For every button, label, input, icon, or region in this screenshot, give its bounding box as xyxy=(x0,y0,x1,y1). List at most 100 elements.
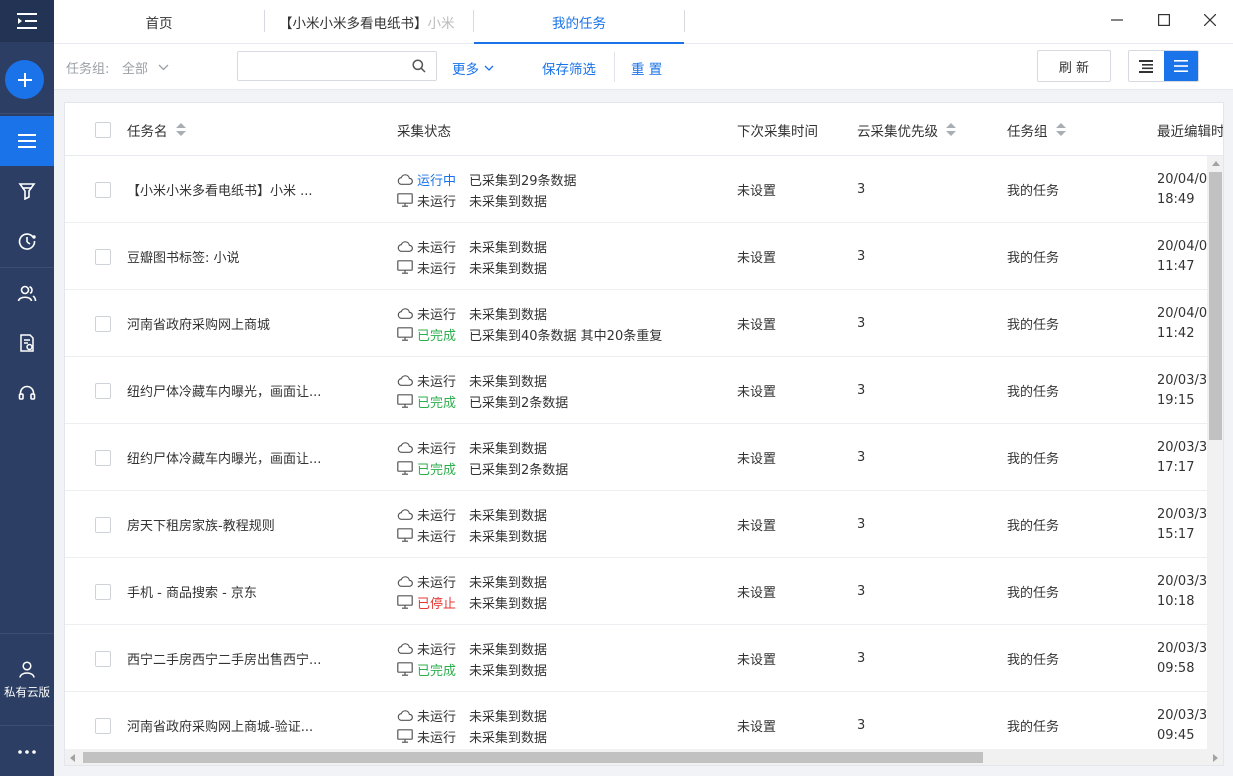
sort-icon[interactable] xyxy=(946,123,956,136)
sidebar-item-schedule[interactable] xyxy=(0,216,54,266)
next-time: 未设置 xyxy=(737,318,777,333)
tab-home[interactable]: 首页 xyxy=(54,0,264,44)
sidebar-more-button[interactable] xyxy=(0,728,54,776)
search-input[interactable] xyxy=(238,52,403,80)
computer-icon xyxy=(397,662,413,676)
save-filter-button[interactable]: 保存筛选 xyxy=(542,58,596,78)
priority: 3 xyxy=(857,584,866,599)
last-edit-cell: 20/03/3 15:17 xyxy=(1157,491,1207,558)
row-checkbox[interactable] xyxy=(95,583,111,600)
local-status: 已完成 xyxy=(417,395,457,411)
close-window-button[interactable] xyxy=(1187,0,1233,40)
sidebar-item-team[interactable] xyxy=(0,268,54,318)
computer-icon xyxy=(397,193,413,207)
sidebar-item-private-cloud[interactable]: 私有云版 xyxy=(0,636,54,724)
select-all-checkbox[interactable] xyxy=(95,121,111,138)
row-checkbox[interactable] xyxy=(95,650,111,667)
tab-divider xyxy=(684,10,685,32)
clock-alert-icon xyxy=(18,233,36,250)
task-name[interactable]: 河南省政府采购网上商城 xyxy=(127,290,270,357)
row-checkbox[interactable] xyxy=(95,315,111,332)
task-group-select[interactable]: 全部 xyxy=(122,58,169,77)
vertical-scroll-thumb[interactable] xyxy=(1209,172,1222,440)
tab-my-tasks[interactable]: 我的任务 xyxy=(474,0,684,44)
row-checkbox[interactable] xyxy=(95,382,111,399)
toolbar: 任务组: 全部 更多 保存筛选 重 置 刷 新 xyxy=(54,44,1233,90)
status-cell: 未运行 未采集到数据 已完成 已采集到40条数据 其中20条重复 xyxy=(397,290,662,357)
column-header-label: 云采集优先级 xyxy=(857,123,938,140)
refresh-button[interactable]: 刷 新 xyxy=(1037,50,1111,82)
task-name[interactable]: 西宁二手房西宁二手房出售西宁... xyxy=(127,625,321,692)
sidebar-item-support[interactable] xyxy=(0,368,54,418)
column-header-last-edit[interactable]: 最近编辑时 xyxy=(1157,103,1223,156)
table-row[interactable]: 纽约尸体冷藏车内曝光，画面让... 未运行 未采集到数据 已完成 已采集到2条数据 未设置… xyxy=(65,357,1223,424)
tab-label: 首页 xyxy=(145,16,173,32)
view-compact-button[interactable] xyxy=(1129,51,1164,81)
last-edit-cell: 20/03/3 09:58 xyxy=(1157,625,1207,692)
sort-icon[interactable] xyxy=(175,123,186,136)
task-name[interactable]: 房天下租房家族-教程规则 xyxy=(127,491,275,558)
task-name[interactable]: 纽约尸体冷藏车内曝光，画面让... xyxy=(127,424,321,491)
row-checkbox[interactable] xyxy=(95,449,111,466)
sidebar-item-data-check[interactable] xyxy=(0,318,54,368)
document-check-icon xyxy=(20,334,34,352)
status-cell: 未运行 未采集到数据 未运行 未采集到数据 xyxy=(397,223,547,290)
row-checkbox[interactable] xyxy=(95,181,111,198)
vertical-scrollbar[interactable] xyxy=(1207,156,1223,750)
last-edit-date: 20/03/3 xyxy=(1157,373,1208,388)
new-task-button[interactable] xyxy=(5,60,44,99)
computer-icon xyxy=(397,461,413,475)
tab-bar: 首页 【小米小米多看电纸书】小米 我的任务 xyxy=(54,0,1233,44)
scroll-right-arrow-icon[interactable] xyxy=(1213,754,1218,762)
row-checkbox[interactable] xyxy=(95,516,111,533)
cloud-icon xyxy=(397,173,413,185)
task-group: 我的任务 xyxy=(1007,184,1060,199)
local-status: 已完成 xyxy=(417,328,457,344)
table-row[interactable]: 西宁二手房西宁二手房出售西宁... 未运行 未采集到数据 已完成 未采集到数据 未设置 3 我… xyxy=(65,625,1223,692)
tab-task-xiaomi[interactable]: 【小米小米多看电纸书】小米 xyxy=(265,0,473,44)
scroll-left-arrow-icon[interactable] xyxy=(70,754,75,762)
view-toggle xyxy=(1128,50,1199,82)
table-row[interactable]: 手机 - 商品搜索 - 京东 未运行 未采集到数据 已停止 未采集到数据 未设置 3 我的任务… xyxy=(65,558,1223,625)
task-name[interactable]: 豆瓣图书标签: 小说 xyxy=(127,223,240,290)
list-icon xyxy=(1173,60,1188,72)
search-box xyxy=(237,51,437,81)
last-edit-cell: 20/03/3 17:17 xyxy=(1157,424,1207,491)
sidebar-item-task-list[interactable] xyxy=(0,116,54,166)
list-icon xyxy=(18,134,36,148)
table-row[interactable]: 纽约尸体冷藏车内曝光，画面让... 未运行 未采集到数据 已完成 已采集到2条数据 未设置… xyxy=(65,424,1223,491)
task-group: 我的任务 xyxy=(1007,519,1060,534)
column-header-group[interactable]: 任务组 xyxy=(1007,103,1066,156)
cloud-status: 未运行 xyxy=(417,307,457,323)
view-list-button[interactable] xyxy=(1163,51,1198,81)
plus-icon xyxy=(17,72,32,87)
reset-button[interactable]: 重 置 xyxy=(631,58,662,78)
local-status-line: 已完成 已采集到40条数据 其中20条重复 xyxy=(397,326,662,344)
table-row[interactable]: 河南省政府采购网上商城 未运行 未采集到数据 已完成 已采集到40条数据 其中20条重复… xyxy=(65,290,1223,357)
minimize-button[interactable] xyxy=(1094,0,1140,40)
select-all-cell xyxy=(95,103,111,156)
task-name[interactable]: 【小米小米多看电纸书】小米 ... xyxy=(127,156,313,223)
horizontal-scroll-thumb[interactable] xyxy=(83,752,983,763)
task-name[interactable]: 手机 - 商品搜索 - 京东 xyxy=(127,558,257,625)
users-icon xyxy=(17,285,37,302)
table-row[interactable]: 房天下租房家族-教程规则 未运行 未采集到数据 未运行 未采集到数据 未设置 3 我的任务 20… xyxy=(65,491,1223,558)
horizontal-scrollbar[interactable] xyxy=(65,749,1223,765)
row-checkbox[interactable] xyxy=(95,248,111,265)
row-checkbox[interactable] xyxy=(95,717,111,734)
sidebar-collapse-button[interactable] xyxy=(0,0,54,42)
scroll-up-arrow-icon[interactable] xyxy=(1212,161,1220,166)
column-header-name[interactable]: 任务名 xyxy=(127,103,186,156)
sort-icon[interactable] xyxy=(1055,123,1066,136)
tab-label-overflow: 小米 xyxy=(427,16,455,32)
search-icon[interactable] xyxy=(412,59,426,73)
task-name[interactable]: 纽约尸体冷藏车内曝光，画面让... xyxy=(127,357,321,424)
maximize-button[interactable] xyxy=(1141,0,1187,40)
last-edit-time: 18:49 xyxy=(1157,192,1195,207)
more-filters-button[interactable]: 更多 xyxy=(452,58,494,78)
next-time: 未设置 xyxy=(737,653,777,668)
table-row[interactable]: 豆瓣图书标签: 小说 未运行 未采集到数据 未运行 未采集到数据 未设置 3 我的任务 20/0… xyxy=(65,223,1223,290)
table-row[interactable]: 【小米小米多看电纸书】小米 ... 运行中 已采集到29条数据 未运行 未采集到数据 未设… xyxy=(65,156,1223,223)
column-header-priority[interactable]: 云采集优先级 xyxy=(857,103,956,156)
sidebar-item-filter[interactable] xyxy=(0,166,54,216)
